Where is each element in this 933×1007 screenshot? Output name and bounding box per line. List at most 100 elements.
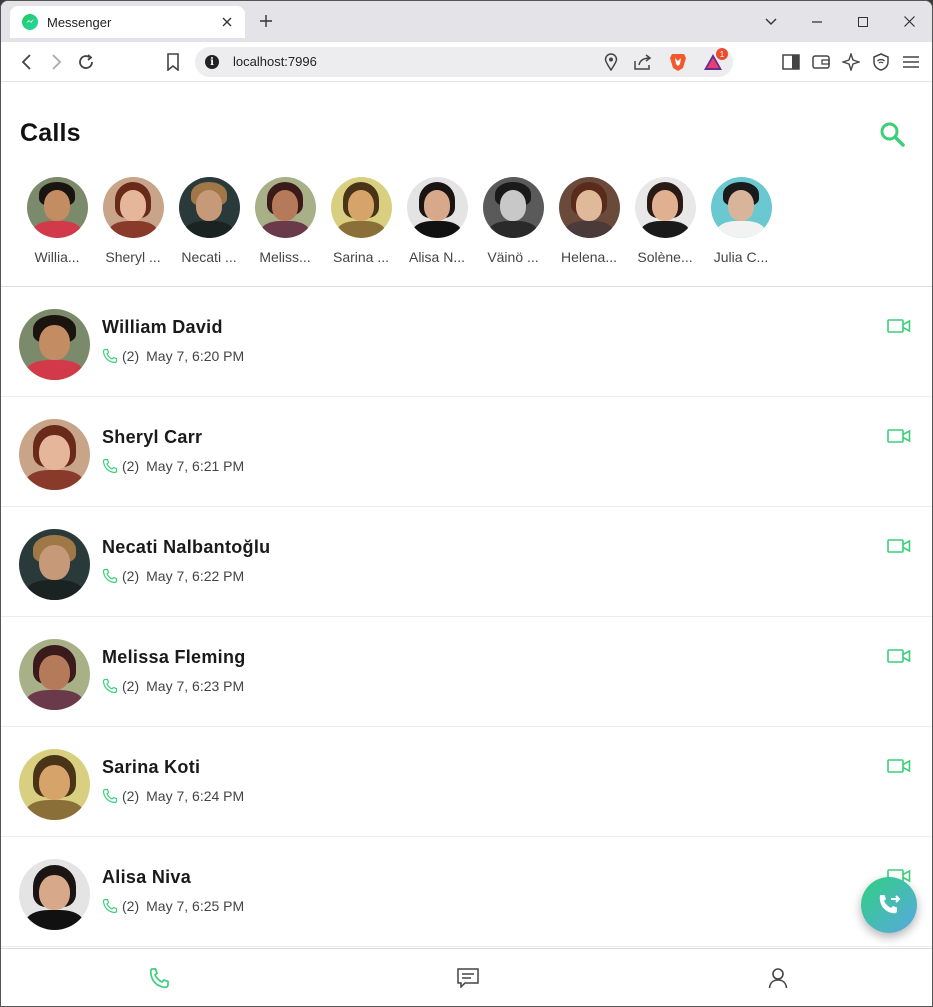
story-item[interactable]: Sheryl ... — [95, 177, 171, 265]
call-row[interactable]: Sheryl Carr (2) May 7, 6:21 PM — [1, 397, 932, 507]
helena-avatar — [558, 177, 620, 238]
story-item[interactable]: Necati ... — [171, 177, 247, 265]
tab-messenger[interactable]: Messenger — [10, 6, 245, 38]
maximize-icon[interactable] — [840, 1, 886, 42]
alisa-avatar — [406, 177, 468, 238]
call-time: May 7, 6:25 PM — [146, 898, 245, 914]
nav-chats[interactable] — [456, 966, 480, 990]
story-item[interactable]: Helena... — [551, 177, 627, 265]
call-count: (2) — [122, 348, 140, 364]
tab-search-chevron-icon[interactable] — [748, 1, 794, 42]
call-time: May 7, 6:23 PM — [146, 678, 245, 694]
alisa-avatar — [19, 859, 90, 930]
contact-name: Melissa Fleming — [102, 647, 246, 667]
william-david-avatar — [26, 177, 88, 238]
close-window-icon[interactable] — [886, 1, 932, 42]
add-call-icon — [879, 895, 901, 914]
sheryl-carr-avatar — [19, 419, 90, 490]
call-row[interactable]: Sarina Koti (2) May 7, 6:24 PM — [1, 727, 932, 837]
site-info-icon[interactable]: i — [205, 55, 219, 69]
call-time: May 7, 6:24 PM — [146, 788, 245, 804]
menu-icon[interactable] — [901, 52, 921, 72]
messenger-favicon-icon — [22, 14, 38, 30]
reload-icon[interactable] — [76, 52, 96, 72]
rewards-badge: 1 — [716, 48, 728, 60]
contact-name: Sarina Koti — [102, 757, 201, 777]
url-text[interactable]: localhost:7996 — [233, 54, 317, 69]
sarina-avatar — [330, 177, 392, 238]
call-time: May 7, 6:21 PM — [146, 458, 245, 474]
call-row[interactable]: Necati Nalbantoğlu (2) May 7, 6:22 PM — [1, 507, 932, 617]
incoming-call-icon — [102, 898, 118, 914]
address-bar[interactable]: i localhost:7996 — [195, 47, 733, 77]
sheryl-carr-avatar — [102, 177, 164, 238]
call-row[interactable]: Melissa Fleming (2) May 7, 6:23 PM — [1, 617, 932, 727]
video-call-icon[interactable] — [887, 317, 911, 335]
story-item[interactable]: Willia... — [19, 177, 95, 265]
share-icon[interactable] — [633, 52, 653, 72]
vpn-shield-icon[interactable] — [871, 52, 891, 72]
tab-title: Messenger — [47, 14, 112, 30]
video-call-icon[interactable] — [887, 537, 911, 555]
leo-ai-icon[interactable] — [841, 52, 861, 72]
call-time: May 7, 6:22 PM — [146, 568, 245, 584]
new-tab-icon[interactable] — [257, 12, 275, 30]
call-time: May 7, 6:20 PM — [146, 348, 245, 364]
location-icon[interactable] — [601, 52, 621, 72]
necati-avatar — [178, 177, 240, 238]
tab-close-icon[interactable] — [219, 14, 235, 30]
user-icon — [768, 968, 788, 989]
solene-avatar — [634, 177, 696, 238]
stories-row: Willia... Sheryl ... Necati ... Meliss..… — [20, 177, 920, 267]
story-item[interactable]: Solène... — [627, 177, 703, 265]
brave-rewards-icon[interactable]: 1 — [703, 48, 728, 72]
story-item[interactable]: Meliss... — [247, 177, 323, 265]
minimize-icon[interactable] — [794, 1, 840, 42]
julia-avatar — [710, 177, 772, 238]
melissa-avatar — [19, 639, 90, 710]
new-call-button[interactable] — [861, 877, 917, 933]
incoming-call-icon — [102, 568, 118, 584]
contact-name: Necati Nalbantoğlu — [102, 537, 271, 557]
wallet-icon[interactable] — [811, 52, 831, 72]
video-call-icon[interactable] — [887, 757, 911, 775]
bookmark-icon[interactable] — [163, 52, 183, 72]
back-icon[interactable] — [17, 52, 37, 72]
forward-icon[interactable] — [46, 52, 66, 72]
contact-name: Alisa Niva — [102, 867, 192, 887]
sarina-avatar — [19, 749, 90, 820]
call-list: William David (2) May 7, 6:20 PM Sheryl … — [1, 287, 932, 947]
sidebar-toggle-icon[interactable] — [781, 52, 801, 72]
browser-toolbar: i localhost:7996 1 — [1, 42, 932, 82]
call-row[interactable]: William David (2) May 7, 6:20 PM — [1, 287, 932, 397]
call-row[interactable]: Alisa Niva (2) May 7, 6:25 PM — [1, 837, 932, 947]
brave-shields-icon[interactable] — [668, 52, 688, 72]
melissa-avatar — [254, 177, 316, 238]
call-count: (2) — [122, 568, 140, 584]
contact-name: William David — [102, 317, 223, 337]
video-call-icon[interactable] — [887, 647, 911, 665]
vaino-avatar — [482, 177, 544, 238]
call-count: (2) — [122, 898, 140, 914]
nav-calls[interactable] — [147, 966, 171, 990]
story-item[interactable]: Sarina ... — [323, 177, 399, 265]
incoming-call-icon — [102, 458, 118, 474]
phone-icon — [149, 968, 169, 989]
chat-icon — [457, 968, 479, 988]
story-item[interactable]: Alisa N... — [399, 177, 475, 265]
search-icon[interactable] — [877, 119, 907, 149]
william-david-avatar — [19, 309, 90, 380]
call-count: (2) — [122, 458, 140, 474]
incoming-call-icon — [102, 348, 118, 364]
browser-window: Messenger i localhost:7996 1 Calls Willi… — [0, 0, 933, 1007]
video-call-icon[interactable] — [887, 427, 911, 445]
story-item[interactable]: Väinö ... — [475, 177, 551, 265]
incoming-call-icon — [102, 678, 118, 694]
nav-profile[interactable] — [766, 966, 790, 990]
bottom-nav — [1, 948, 932, 1006]
call-count: (2) — [122, 788, 140, 804]
tab-bar: Messenger — [1, 1, 932, 42]
story-item[interactable]: Julia C... — [703, 177, 779, 265]
call-count: (2) — [122, 678, 140, 694]
incoming-call-icon — [102, 788, 118, 804]
